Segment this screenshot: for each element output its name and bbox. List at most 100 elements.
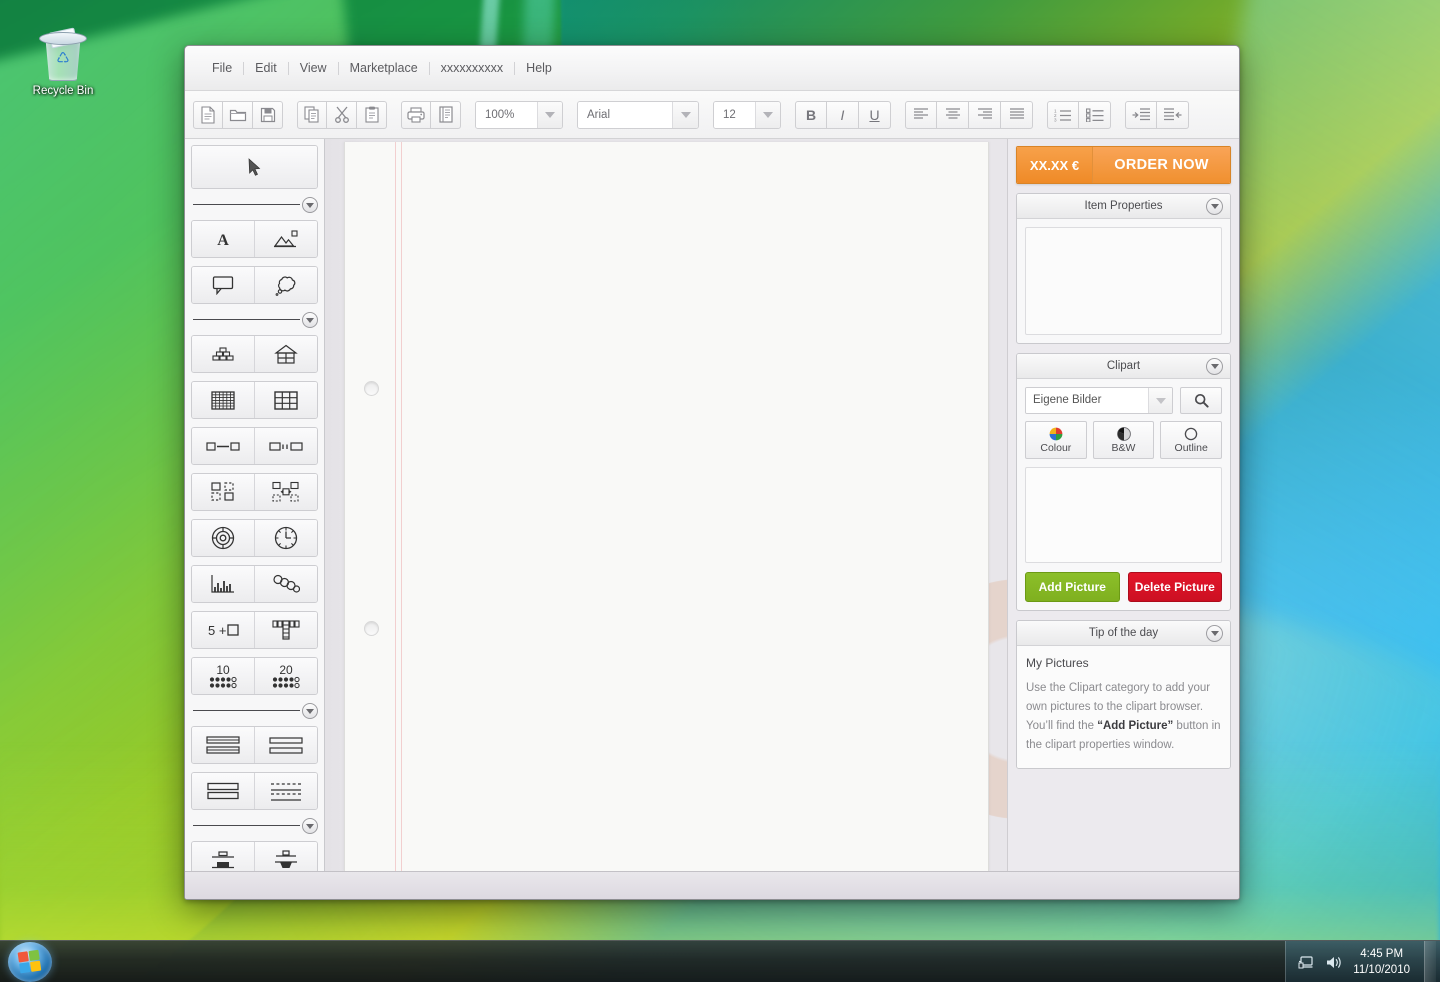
bubble-chain-tool[interactable] xyxy=(254,566,317,602)
bar-chart-tool[interactable] xyxy=(192,566,254,602)
math-group: 5 + xyxy=(191,611,318,649)
lines-group xyxy=(191,726,318,764)
decrease-indent-button[interactable] xyxy=(1157,100,1189,129)
magnifier-icon xyxy=(1194,393,1209,408)
palette-separator-4[interactable] xyxy=(191,818,318,834)
show-desktop-button[interactable] xyxy=(1424,941,1436,982)
connector-dashed-tool[interactable] xyxy=(254,428,317,464)
save-button[interactable] xyxy=(253,100,283,129)
print-preview-button[interactable] xyxy=(431,100,461,129)
italic-button[interactable]: I xyxy=(827,100,859,129)
delete-picture-button[interactable]: Delete Picture xyxy=(1127,572,1222,602)
twenty-frame-tool[interactable]: 20 xyxy=(254,658,317,694)
menu-view[interactable]: View xyxy=(289,57,338,79)
dashed-lines-tool[interactable] xyxy=(254,773,317,809)
number-line-tool[interactable] xyxy=(254,612,317,648)
fine-grid-tool[interactable] xyxy=(192,382,254,418)
underline-button[interactable]: U xyxy=(859,100,891,129)
baseline-large-tool[interactable] xyxy=(254,842,317,871)
order-bar: XX.XX € ORDER NOW xyxy=(1016,146,1231,184)
status-bar xyxy=(185,871,1239,899)
pointer-select-tool[interactable] xyxy=(192,146,317,188)
chevron-down-icon[interactable] xyxy=(1206,625,1223,642)
chevron-down-icon[interactable] xyxy=(302,818,318,834)
clock-tool[interactable] xyxy=(254,520,317,556)
baseline-small-tool[interactable] xyxy=(192,842,254,871)
cut-button[interactable] xyxy=(327,100,357,129)
open-folder-button[interactable] xyxy=(223,100,253,129)
clock[interactable]: 4:45 PM 11/10/2010 xyxy=(1353,946,1410,978)
menu-edit[interactable]: Edit xyxy=(244,57,288,79)
zoom-combobox[interactable]: 100% xyxy=(475,100,563,129)
bold-button[interactable]: B xyxy=(795,100,827,129)
coarse-grid-tool[interactable] xyxy=(254,382,317,418)
clipart-preview-area[interactable] xyxy=(1025,467,1222,563)
worksheet-page[interactable] xyxy=(343,142,989,871)
clipart-category-select[interactable]: Eigene Bilder xyxy=(1025,387,1173,414)
align-center-button[interactable] xyxy=(937,100,969,129)
four-box-arrange-tool[interactable] xyxy=(192,474,254,510)
item-properties-content[interactable] xyxy=(1025,227,1222,335)
four-box-arrows-tool[interactable] xyxy=(254,474,317,510)
start-button[interactable] xyxy=(8,942,52,982)
font-size-combobox[interactable]: 12 xyxy=(713,100,781,129)
paste-button[interactable] xyxy=(357,100,387,129)
block-stack-tool[interactable] xyxy=(192,336,254,372)
ten-frame-tool[interactable]: 10 xyxy=(192,658,254,694)
palette-separator-1[interactable] xyxy=(191,197,318,213)
target-circle-tool[interactable] xyxy=(192,520,254,556)
image-tool[interactable] xyxy=(254,221,317,257)
menu-help[interactable]: Help xyxy=(515,57,563,79)
list-group: 123 xyxy=(1047,100,1111,129)
palette-separator-3[interactable] xyxy=(191,703,318,719)
canvas-area[interactable] xyxy=(325,139,1007,871)
clipart-mode-colour[interactable]: Colour xyxy=(1025,421,1087,459)
menu-file[interactable]: File xyxy=(201,57,243,79)
bulleted-list-button[interactable] xyxy=(1079,100,1111,129)
text-style-group: B I U xyxy=(795,100,891,129)
align-right-button[interactable] xyxy=(969,100,1001,129)
chevron-down-icon[interactable] xyxy=(1148,388,1172,413)
font-combobox[interactable]: Arial xyxy=(577,100,699,129)
chevron-down-icon[interactable] xyxy=(672,101,698,128)
text-tool[interactable]: A xyxy=(192,221,254,257)
chevron-down-icon[interactable] xyxy=(302,703,318,719)
volume-icon[interactable] xyxy=(1325,955,1343,970)
thought-bubble-tool[interactable] xyxy=(254,267,317,303)
chevron-down-icon[interactable] xyxy=(536,101,562,128)
blank-lines-tool[interactable] xyxy=(192,773,254,809)
tool-palette: A 5 + 10 20 xyxy=(185,139,325,871)
clipart-search-button[interactable] xyxy=(1180,387,1222,414)
new-document-button[interactable] xyxy=(193,100,223,129)
chevron-down-icon[interactable] xyxy=(755,101,780,128)
copy-button[interactable] xyxy=(297,100,327,129)
align-justify-button[interactable] xyxy=(1001,100,1033,129)
connector-line-tool[interactable] xyxy=(192,428,254,464)
print-button[interactable] xyxy=(401,100,431,129)
menu-marketplace[interactable]: Marketplace xyxy=(339,57,429,79)
blocks-group xyxy=(191,335,318,373)
numbered-list-button[interactable]: 123 xyxy=(1047,100,1079,129)
ruled-lines-wide-tool[interactable] xyxy=(254,727,317,763)
menu-account[interactable]: xxxxxxxxxx xyxy=(430,57,515,79)
house-shape-tool[interactable] xyxy=(254,336,317,372)
chevron-down-icon[interactable] xyxy=(302,197,318,213)
font-value: Arial xyxy=(578,101,673,128)
equation-tool[interactable]: 5 + xyxy=(192,612,254,648)
palette-separator-2[interactable] xyxy=(191,312,318,328)
chevron-down-icon[interactable] xyxy=(1206,198,1223,215)
clipart-mode-outline[interactable]: Outline xyxy=(1160,421,1223,459)
recycle-bin-icon[interactable]: ♺ Recycle Bin xyxy=(20,27,106,97)
clipart-mode-bw[interactable]: B&W xyxy=(1092,421,1155,459)
speech-bubble-tool[interactable] xyxy=(192,267,254,303)
chevron-down-icon[interactable] xyxy=(302,312,318,328)
network-icon[interactable] xyxy=(1298,955,1315,970)
order-now-button[interactable]: ORDER NOW xyxy=(1093,147,1230,183)
outline-circle-icon xyxy=(1184,427,1198,440)
chevron-down-icon[interactable] xyxy=(1206,358,1223,375)
taskbar: 4:45 PM 11/10/2010 xyxy=(0,940,1440,982)
increase-indent-button[interactable] xyxy=(1125,100,1157,129)
align-left-button[interactable] xyxy=(905,100,937,129)
ruled-lines-tool[interactable] xyxy=(192,727,254,763)
add-picture-button[interactable]: Add Picture xyxy=(1025,572,1120,602)
